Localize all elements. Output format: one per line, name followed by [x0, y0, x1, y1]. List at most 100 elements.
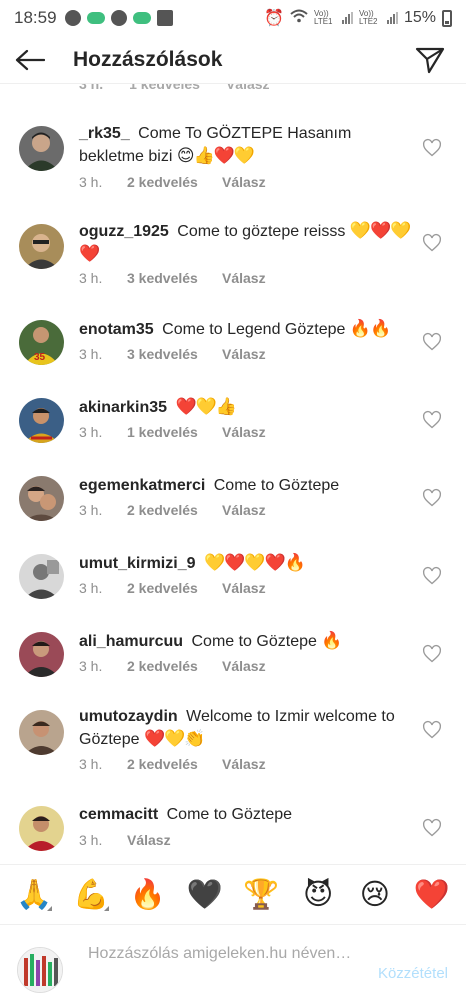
previous-comment-meta: 3 h. 1 kedvelés Válasz — [79, 84, 270, 92]
comment-time: 3 h. — [79, 658, 103, 674]
svg-text:35: 35 — [34, 352, 46, 363]
wifi-icon — [290, 9, 308, 28]
emoji-fire-button[interactable]: 🔥 — [126, 873, 170, 917]
avatar[interactable] — [19, 398, 64, 443]
comment-likes[interactable]: 3 kedvelés — [127, 346, 222, 362]
comment-time: 3 h. — [79, 832, 103, 848]
avatar[interactable] — [19, 632, 64, 677]
messenger-icon — [64, 10, 81, 26]
reply-button[interactable]: Válasz — [127, 832, 171, 848]
top-bar: Hozzászólások — [0, 36, 466, 84]
comment-likes[interactable]: 2 kedvelés — [127, 502, 222, 518]
comment-time: 3 h. — [79, 580, 103, 596]
comment-meta: 3 h. 3 kedvelés Válasz — [79, 270, 266, 286]
heart-icon[interactable] — [422, 818, 442, 838]
avatar[interactable] — [19, 126, 64, 171]
avatar[interactable]: 35 — [19, 320, 64, 365]
emoji-devil-button[interactable]: 😈 — [296, 873, 340, 917]
comment-time: 3 h. — [79, 270, 103, 286]
comment-meta: 3 h. 2 kedvelés Válasz — [79, 756, 266, 772]
heart-icon[interactable] — [422, 720, 442, 740]
emoji-quick-bar: 🙏 💪 🔥 🖤 🏆 😈 😢 ❤️ — [0, 864, 466, 924]
arrow-left-icon — [15, 49, 45, 70]
comment-text: egemenkatmerci Come to Göztepe — [79, 477, 340, 494]
heart-icon[interactable] — [422, 332, 442, 352]
comment-composer: Közzététel — [0, 924, 466, 1000]
heart-icon[interactable] — [422, 488, 442, 508]
heart-icon[interactable] — [422, 138, 442, 158]
comment-username[interactable]: ali_hamurcuu — [79, 633, 183, 650]
battery-percent: 15% — [403, 9, 436, 26]
comment-time: 3 h. — [79, 424, 103, 440]
comment-username[interactable]: umut_kirmizi_9 — [79, 555, 195, 572]
emoji-trophy-button[interactable]: 🏆 — [239, 873, 283, 917]
comment-username[interactable]: enotam35 — [79, 321, 154, 338]
comment-time: 3 h. — [79, 174, 103, 190]
reply-button[interactable]: Válasz — [222, 756, 266, 772]
comment-username[interactable]: egemenkatmerci — [79, 477, 205, 494]
comment-username[interactable]: _rk35_ — [79, 125, 130, 142]
comment-meta: 3 h. 1 kedvelés Válasz — [79, 424, 266, 440]
app-notification-icon — [86, 12, 105, 24]
emoji-pray-button[interactable]: 🙏 — [12, 873, 56, 917]
comment-username[interactable]: cemmacitt — [79, 806, 158, 823]
comment-username[interactable]: oguzz_1925 — [79, 223, 169, 240]
heart-icon[interactable] — [422, 410, 442, 430]
own-avatar — [17, 947, 63, 993]
comment-username[interactable]: umutozaydin — [79, 708, 178, 725]
signal-icon — [386, 12, 398, 24]
avatar[interactable] — [19, 224, 64, 269]
comments-list[interactable]: 3 h. 1 kedvelés Válasz _rk35_ Come To GÖ… — [0, 84, 466, 864]
comment-likes[interactable]: 3 kedvelés — [127, 270, 222, 286]
comment-meta: 3 h. 2 kedvelés Válasz — [79, 502, 266, 518]
heart-icon[interactable] — [422, 566, 442, 586]
comment-time: 3 h. — [79, 502, 103, 518]
battery-icon — [442, 9, 452, 27]
reply-button[interactable]: Válasz — [222, 174, 266, 190]
skin-tone-indicator-icon — [104, 905, 110, 911]
avatar[interactable] — [19, 806, 64, 851]
reply-button[interactable]: Válasz — [222, 580, 266, 596]
comment-meta: 3 h. 2 kedvelés Válasz — [79, 658, 266, 674]
comment-text: umutozaydin Welcome to Izmir welcome to … — [79, 708, 395, 748]
comment-likes[interactable]: 2 kedvelés — [127, 658, 222, 674]
comment-text: cemmacitt Come to Göztepe — [79, 806, 293, 823]
share-button[interactable] — [404, 36, 456, 84]
comment-text: akinarkin35 ❤️💛👍 — [79, 397, 237, 416]
avatar[interactable] — [19, 710, 64, 755]
emoji-black-heart-button[interactable]: 🖤 — [183, 873, 227, 917]
comment-text: umut_kirmizi_9 💛❤️💛❤️🔥 — [79, 553, 306, 572]
paper-plane-icon — [415, 47, 445, 74]
reply-button[interactable]: Válasz — [222, 270, 266, 286]
signal-icon — [341, 12, 353, 24]
comment-text: _rk35_ Come To GÖZTEPE Hasanım bekletme … — [79, 125, 352, 165]
comment-input[interactable] — [88, 943, 353, 987]
emoji-muscle-button[interactable]: 💪 — [69, 873, 113, 917]
avatar[interactable] — [19, 476, 64, 521]
comment-text: oguzz_1925 Come to göztepe reisss 💛❤️💛❤️ — [79, 221, 411, 263]
back-button[interactable] — [0, 36, 60, 84]
comment-time: 3 h. — [79, 346, 103, 362]
page-title: Hozzászólások — [73, 47, 223, 71]
emoji-crying-button[interactable]: 😢 — [353, 873, 397, 917]
comment-meta: 3 h. 2 kedvelés Válasz — [79, 580, 266, 596]
reply-button[interactable]: Válasz — [222, 658, 266, 674]
lte1-label: Vo)) LTE1 — [313, 9, 333, 26]
reply-button[interactable]: Válasz — [222, 502, 266, 518]
comment-text: enotam35 Come to Legend Göztepe 🔥🔥 — [79, 319, 391, 338]
reply-button[interactable]: Válasz — [222, 424, 266, 440]
heart-icon[interactable] — [422, 644, 442, 664]
comment-likes[interactable]: 1 kedvelés — [127, 424, 222, 440]
comment-likes[interactable]: 2 kedvelés — [127, 174, 222, 190]
comment-likes[interactable]: 2 kedvelés — [127, 756, 222, 772]
avatar[interactable] — [19, 554, 64, 599]
skin-tone-indicator-icon — [47, 905, 53, 911]
comment-likes[interactable]: 2 kedvelés — [127, 580, 222, 596]
app-notification-icon — [132, 12, 151, 24]
reply-button[interactable]: Válasz — [222, 346, 266, 362]
heart-icon[interactable] — [422, 233, 442, 253]
emoji-red-heart-button[interactable]: ❤️ — [410, 873, 454, 917]
comment-username[interactable]: akinarkin35 — [79, 399, 167, 416]
status-bar: 18:59 ⏰ Vo)) LTE1 Vo)) LTE2 15% — [0, 0, 466, 36]
post-button[interactable]: Közzététel — [378, 965, 448, 982]
